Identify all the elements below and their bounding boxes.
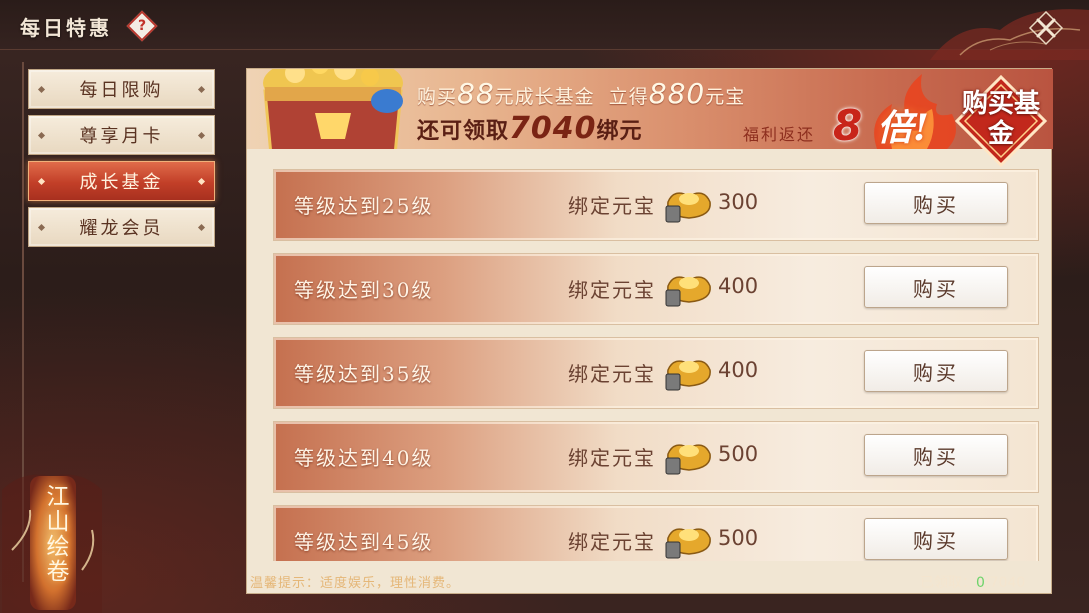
banner-line-2: 还可领取7040绑元 — [417, 111, 643, 146]
gold-ingot-icon — [665, 276, 711, 307]
reward-label: 绑定元宝 — [568, 194, 656, 218]
sidebar-item-label: 耀龙会员 — [79, 218, 164, 239]
list-item: 等级达到40级 绑定元宝 500 购买 — [273, 421, 1039, 493]
reward-label: 绑定元宝 — [568, 446, 656, 470]
claimed-label: 已领取： — [920, 575, 976, 591]
list-item: 等级达到45级 绑定元宝 500 购买 — [273, 505, 1039, 561]
buy-button[interactable]: 购买 — [864, 182, 1008, 224]
reward-label: 绑定元宝 — [568, 530, 656, 554]
sidebar-item-daily-limit[interactable]: 每日限购 — [28, 69, 215, 109]
sidebar-item-dragon-member[interactable]: 耀龙会员 — [28, 207, 215, 247]
buy-button[interactable]: 购买 — [864, 350, 1008, 392]
gold-ingot-icon — [665, 528, 711, 559]
level-requirement: 等级达到25级 — [294, 194, 434, 218]
sidebar-item-growth-fund[interactable]: 成长基金 — [28, 161, 215, 201]
jiangshan-label: 江山绘卷 — [42, 484, 68, 584]
daily-offer-screen: 每日特惠 ? 每日限购 尊享月卡 成长基金 耀龙会员 江山绘卷 购买88元成长基… — [0, 0, 1089, 613]
level-requirement: 等级达到40级 — [294, 446, 434, 470]
close-icon[interactable] — [1028, 10, 1064, 46]
reward-amount: 400 — [718, 358, 759, 382]
cloud-decoration — [930, 9, 1089, 60]
growth-fund-panel: 购买88元成长基金 立得880元宝 还可领取7040绑元 福利返还 8 倍! 购… — [246, 68, 1053, 594]
sidebar-item-label: 每日限购 — [79, 80, 164, 101]
reward-label: 绑定元宝 — [568, 362, 656, 386]
jiangshan-scroll-badge[interactable]: 江山绘卷 — [2, 470, 102, 613]
buy-button[interactable]: 购买 — [864, 434, 1008, 476]
list-item: 等级达到35级 绑定元宝 400 购买 — [273, 337, 1039, 409]
sidebar-item-label: 尊享月卡 — [79, 126, 164, 147]
level-requirement: 等级达到45级 — [294, 530, 434, 554]
gold-ingot-icon — [665, 444, 711, 475]
reward-amount: 300 — [718, 190, 759, 214]
welfare-label: 福利返还 — [743, 125, 816, 144]
buy-fund-button[interactable]: 购买基金 — [954, 74, 1048, 168]
buy-button[interactable]: 购买 — [864, 266, 1008, 308]
list-item: 等级达到25级 绑定元宝 300 购买 — [273, 169, 1039, 241]
welfare-multiplier: 8 — [833, 101, 863, 149]
claimed-progress: 已领取：0/7040 — [920, 572, 1025, 592]
welfare-suffix: 倍! — [877, 107, 929, 149]
claimed-total: /7040 — [984, 575, 1026, 591]
level-requirement: 等级达到30级 — [294, 278, 434, 302]
sidebar-item-monthly-card[interactable]: 尊享月卡 — [28, 115, 215, 155]
footer-tip: 温馨提示：适度娱乐，理性消费。 — [250, 576, 461, 591]
gold-ingot-icon — [665, 192, 711, 223]
treasure-chest-icon — [263, 69, 403, 149]
gold-ingot-icon — [665, 360, 711, 391]
reward-amount: 500 — [718, 526, 759, 550]
level-requirement: 等级达到35级 — [294, 362, 434, 386]
reward-amount: 400 — [718, 274, 759, 298]
top-bar: 每日特惠 ? — [0, 0, 1089, 60]
banner-line-1: 购买88元成长基金 立得880元宝 — [417, 77, 746, 110]
sidebar-item-label: 成长基金 — [79, 172, 164, 193]
buy-button[interactable]: 购买 — [864, 518, 1008, 560]
question-icon[interactable]: ? — [126, 10, 158, 42]
reward-amount: 500 — [718, 442, 759, 466]
list-item: 等级达到30级 绑定元宝 400 购买 — [273, 253, 1039, 325]
claimed-count: 0 — [976, 575, 985, 591]
page-title: 每日特惠 — [20, 16, 112, 40]
reward-label: 绑定元宝 — [568, 278, 656, 302]
fund-banner: 购买88元成长基金 立得880元宝 还可领取7040绑元 福利返还 8 倍! — [247, 69, 1053, 149]
reward-list: 等级达到25级 绑定元宝 300 购买 等级达到30级 绑定元宝 400 购买 … — [273, 169, 1039, 561]
buy-fund-label: 购买基金 — [961, 89, 1040, 149]
